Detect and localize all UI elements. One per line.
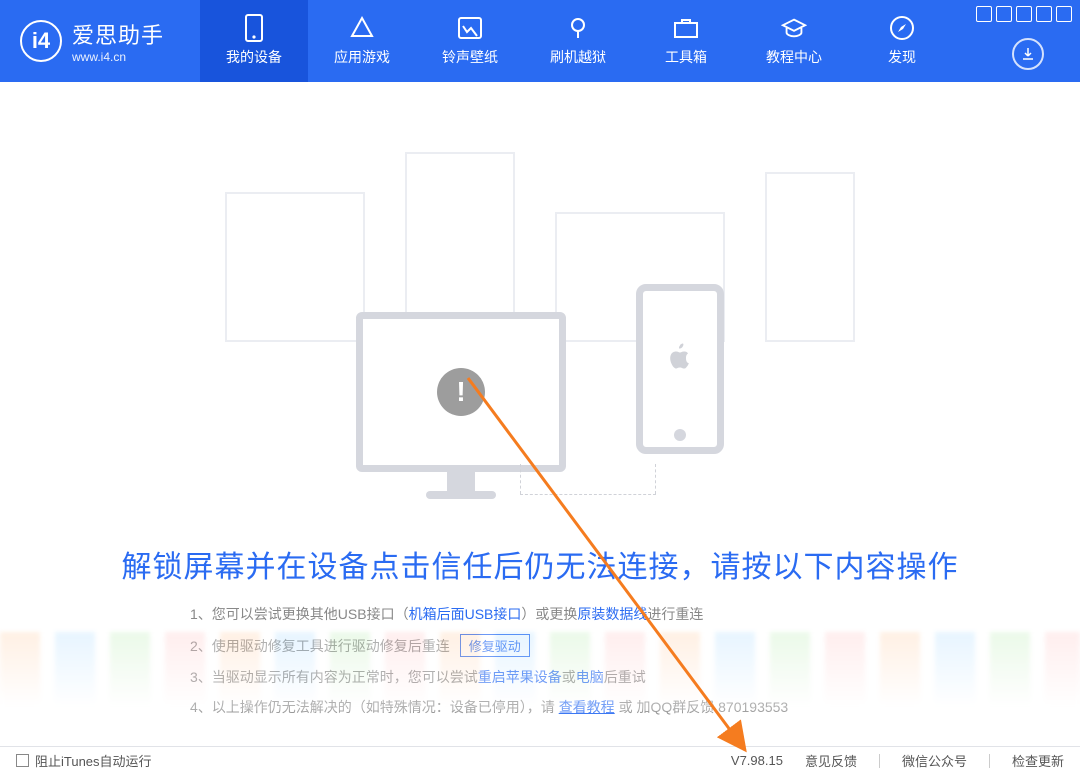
- app-icons-background: [0, 632, 1080, 712]
- phone-graphic: [636, 284, 724, 454]
- triangle-icon: [349, 15, 375, 41]
- wechat-link[interactable]: 微信公众号: [902, 751, 967, 770]
- logo-icon: i4: [20, 20, 62, 62]
- nav-tutorial[interactable]: 教程中心: [740, 0, 848, 82]
- app-header: i4 爱思助手 www.i4.cn 我的设备 应用游戏 铃声壁纸: [0, 0, 1080, 82]
- connection-illustration: !: [0, 112, 1080, 472]
- status-bar: 阻止iTunes自动运行 V7.98.15 意见反馈 微信公众号 检查更新: [0, 746, 1080, 774]
- nav-label: 教程中心: [766, 47, 822, 67]
- link-usb-port[interactable]: 机箱后面USB接口: [409, 606, 522, 622]
- skin-button[interactable]: [976, 6, 992, 22]
- main-area: ! 解锁屏幕并在设备点击信任后仍无法连接，请按以下内容操作 1、您可以尝试更换其…: [0, 82, 1080, 740]
- nav-label: 我的设备: [226, 47, 282, 67]
- nav-apps[interactable]: 应用游戏: [308, 0, 416, 82]
- nav-tabs: 我的设备 应用游戏 铃声壁纸 刷机越狱 工具箱: [200, 0, 956, 82]
- nav-label: 工具箱: [665, 47, 707, 67]
- minimize-button[interactable]: [1016, 6, 1032, 22]
- close-button[interactable]: [1056, 6, 1072, 22]
- apple-logo-icon: [668, 342, 692, 377]
- main-message: 解锁屏幕并在设备点击信任后仍无法连接，请按以下内容操作: [0, 542, 1080, 586]
- exclamation-icon: !: [437, 368, 485, 416]
- maximize-button[interactable]: [1036, 6, 1052, 22]
- window-controls: [976, 6, 1072, 22]
- phone-icon: [241, 15, 267, 41]
- block-itunes-label: 阻止iTunes自动运行: [35, 751, 152, 770]
- menu-button[interactable]: [996, 6, 1012, 22]
- nav-my-device[interactable]: 我的设备: [200, 0, 308, 82]
- logo-text: 爱思助手 www.i4.cn: [72, 18, 164, 64]
- nav-discover[interactable]: 发现: [848, 0, 956, 82]
- nav-label: 发现: [888, 47, 916, 67]
- nav-label: 应用游戏: [334, 47, 390, 67]
- app-url: www.i4.cn: [72, 50, 164, 64]
- footer-right: V7.98.15 意见反馈 微信公众号 检查更新: [731, 751, 1064, 770]
- monitor-graphic: !: [356, 312, 566, 472]
- grad-cap-icon: [781, 15, 807, 41]
- version-label: V7.98.15: [731, 753, 783, 768]
- compass-icon: [889, 15, 915, 41]
- feedback-link[interactable]: 意见反馈: [805, 751, 857, 770]
- logo-block: i4 爱思助手 www.i4.cn: [20, 18, 200, 64]
- key-icon: [565, 15, 591, 41]
- nav-ringtone[interactable]: 铃声壁纸: [416, 0, 524, 82]
- image-icon: [457, 15, 483, 41]
- block-itunes-checkbox[interactable]: [16, 754, 29, 767]
- nav-label: 铃声壁纸: [442, 47, 498, 67]
- footer-left: 阻止iTunes自动运行: [16, 751, 152, 770]
- nav-toolbox[interactable]: 工具箱: [632, 0, 740, 82]
- nav-label: 刷机越狱: [550, 47, 606, 67]
- download-progress-button[interactable]: [1012, 38, 1044, 70]
- instruction-row-1: 1、您可以尝试更换其他USB接口（机箱后面USB接口）或更换原装数据线进行重连: [190, 604, 890, 624]
- nav-flash[interactable]: 刷机越狱: [524, 0, 632, 82]
- toolbox-icon: [673, 15, 699, 41]
- check-update-link[interactable]: 检查更新: [1012, 751, 1064, 770]
- link-original-cable[interactable]: 原装数据线: [577, 606, 647, 622]
- app-name: 爱思助手: [72, 18, 164, 50]
